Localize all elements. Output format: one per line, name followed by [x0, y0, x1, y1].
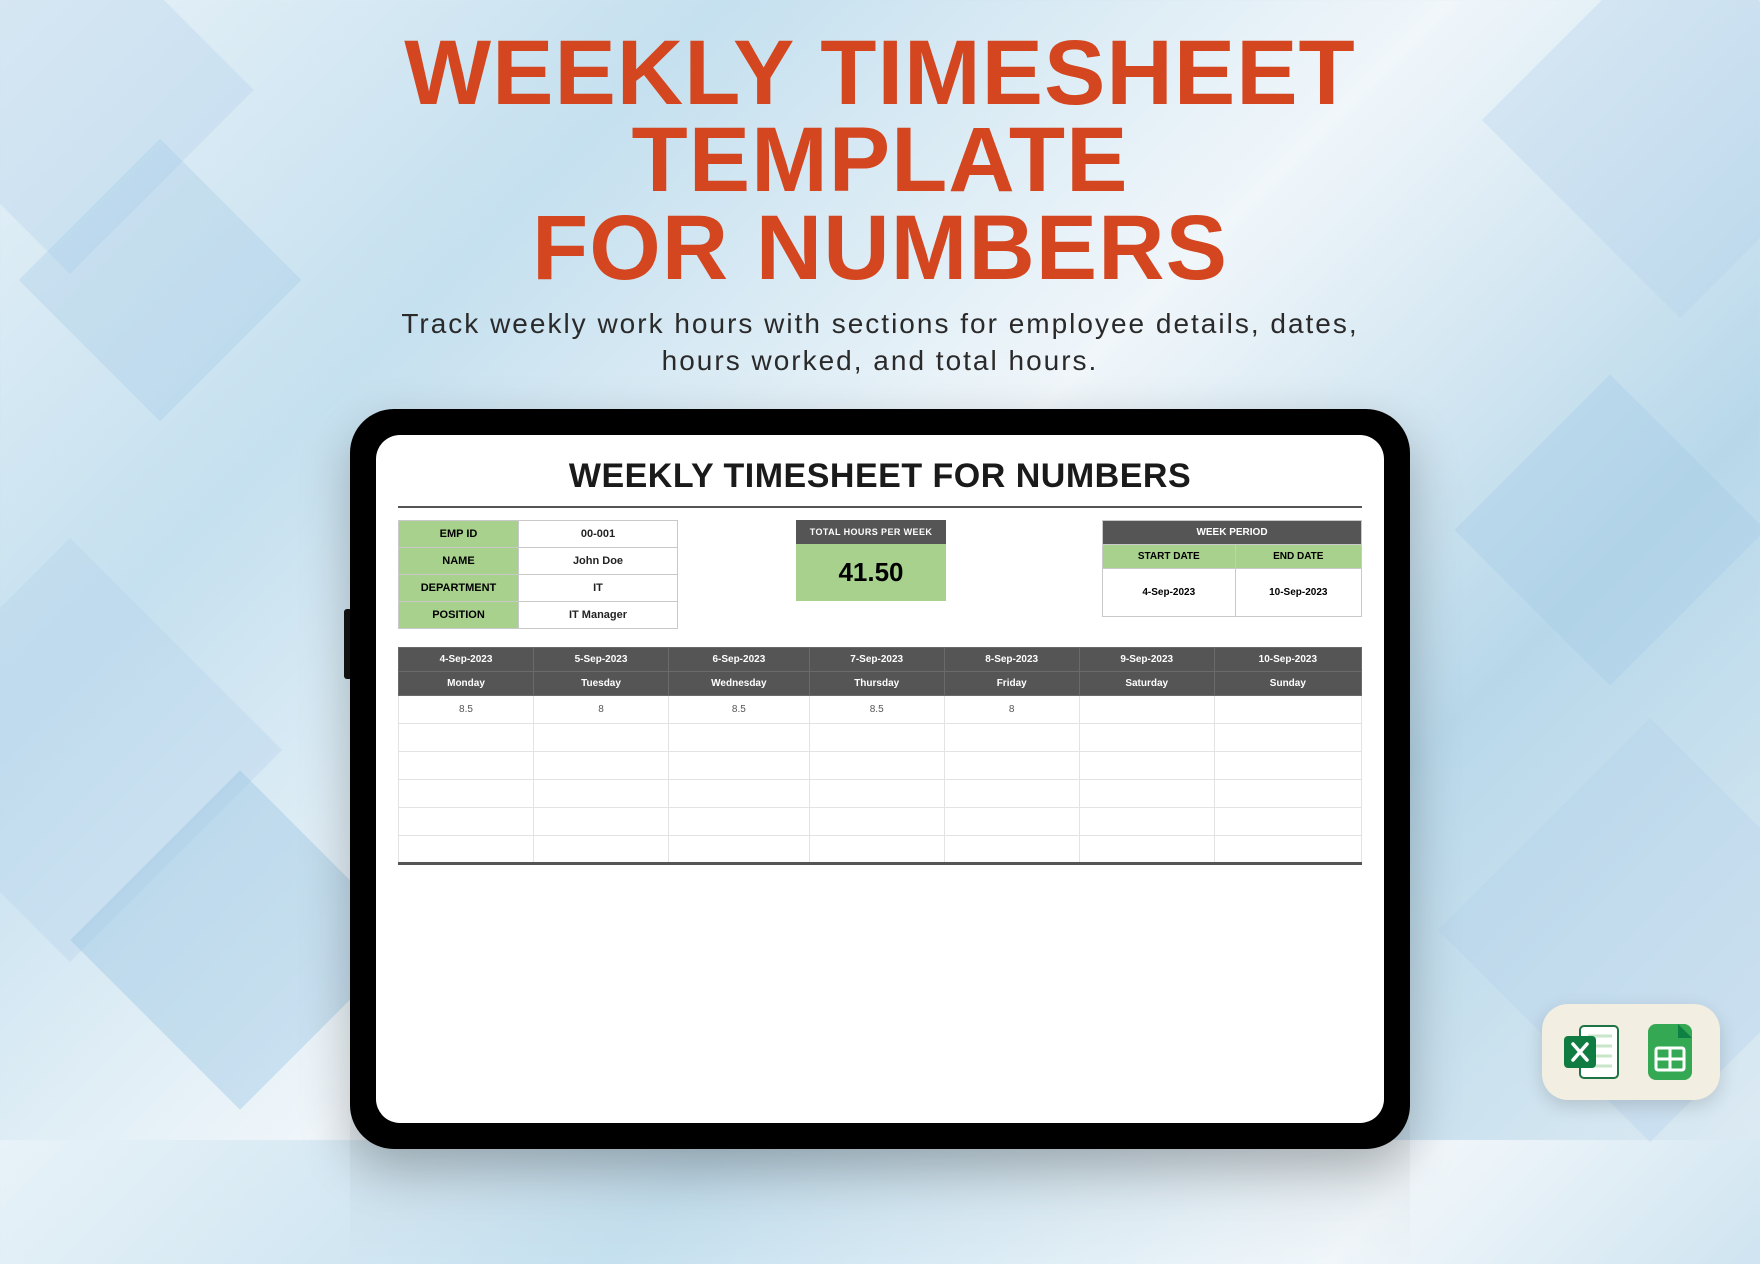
emp-id-label: EMP ID: [399, 520, 519, 547]
emp-name-value: John Doe: [519, 547, 678, 574]
timesheet-grid: 4-Sep-2023 5-Sep-2023 6-Sep-2023 7-Sep-2…: [398, 647, 1362, 865]
col-date-5: 9-Sep-2023: [1079, 647, 1214, 671]
google-sheets-icon: [1638, 1020, 1702, 1084]
col-day-5: Saturday: [1079, 671, 1214, 695]
grid-empty-row: [399, 723, 1362, 751]
grid-empty-row: [399, 751, 1362, 779]
info-row: EMP ID 00-001 NAME John Doe DEPARTMENT I…: [398, 520, 1362, 629]
hero-title-line-1: WEEKLY TIMESHEET: [0, 30, 1760, 117]
hero-header: WEEKLY TIMESHEET TEMPLATE FOR NUMBERS Tr…: [0, 0, 1760, 379]
grid-empty-row: [399, 835, 1362, 863]
grid-date-row: 4-Sep-2023 5-Sep-2023 6-Sep-2023 7-Sep-2…: [399, 647, 1362, 671]
col-hours-6: [1214, 695, 1361, 723]
col-day-6: Sunday: [1214, 671, 1361, 695]
tablet-frame: WEEKLY TIMESHEET FOR NUMBERS EMP ID 00-0…: [350, 409, 1410, 1149]
period-header: WEEK PERIOD: [1103, 520, 1362, 544]
emp-name-label: NAME: [399, 547, 519, 574]
total-hours-box: TOTAL HOURS PER WEEK 41.50: [796, 520, 946, 601]
col-date-0: 4-Sep-2023: [399, 647, 534, 671]
tablet-screen: WEEKLY TIMESHEET FOR NUMBERS EMP ID 00-0…: [376, 435, 1384, 1123]
col-day-3: Thursday: [809, 671, 944, 695]
col-date-3: 7-Sep-2023: [809, 647, 944, 671]
grid-hours-row: 8.5 8 8.5 8.5 8: [399, 695, 1362, 723]
week-period-table: WEEK PERIOD START DATE END DATE 4-Sep-20…: [1102, 520, 1362, 617]
employee-info-table: EMP ID 00-001 NAME John Doe DEPARTMENT I…: [398, 520, 678, 629]
hero-subtitle-line-1: Track weekly work hours with sections fo…: [0, 306, 1760, 342]
emp-dept-value: IT: [519, 574, 678, 601]
col-date-6: 10-Sep-2023: [1214, 647, 1361, 671]
period-start-label: START DATE: [1103, 544, 1236, 568]
col-date-1: 5-Sep-2023: [534, 647, 669, 671]
col-hours-4: 8: [944, 695, 1079, 723]
col-hours-0: 8.5: [399, 695, 534, 723]
hero-title-line-2: TEMPLATE: [0, 117, 1760, 204]
period-end-label: END DATE: [1235, 544, 1361, 568]
col-hours-3: 8.5: [809, 695, 944, 723]
file-format-badge: [1542, 1004, 1720, 1100]
col-hours-5: [1079, 695, 1214, 723]
total-hours-value: 41.50: [796, 544, 946, 601]
emp-pos-label: POSITION: [399, 601, 519, 628]
col-day-0: Monday: [399, 671, 534, 695]
total-hours-label: TOTAL HOURS PER WEEK: [796, 520, 946, 544]
hero-title: WEEKLY TIMESHEET TEMPLATE FOR NUMBERS: [0, 30, 1760, 292]
period-end-value: 10-Sep-2023: [1235, 568, 1361, 616]
emp-pos-value: IT Manager: [519, 601, 678, 628]
col-date-2: 6-Sep-2023: [669, 647, 810, 671]
grid-empty-row: [399, 807, 1362, 835]
col-day-4: Friday: [944, 671, 1079, 695]
grid-empty-row: [399, 779, 1362, 807]
col-date-4: 8-Sep-2023: [944, 647, 1079, 671]
col-hours-2: 8.5: [669, 695, 810, 723]
sheet-title: WEEKLY TIMESHEET FOR NUMBERS: [398, 451, 1362, 508]
grid-day-row: Monday Tuesday Wednesday Thursday Friday…: [399, 671, 1362, 695]
col-day-2: Wednesday: [669, 671, 810, 695]
emp-dept-label: DEPARTMENT: [399, 574, 519, 601]
col-day-1: Tuesday: [534, 671, 669, 695]
col-hours-1: 8: [534, 695, 669, 723]
excel-icon: [1560, 1020, 1624, 1084]
hero-title-line-3: FOR NUMBERS: [0, 205, 1760, 292]
period-start-value: 4-Sep-2023: [1103, 568, 1236, 616]
hero-subtitle-line-2: hours worked, and total hours.: [0, 343, 1760, 379]
hero-subtitle: Track weekly work hours with sections fo…: [0, 306, 1760, 379]
emp-id-value: 00-001: [519, 520, 678, 547]
